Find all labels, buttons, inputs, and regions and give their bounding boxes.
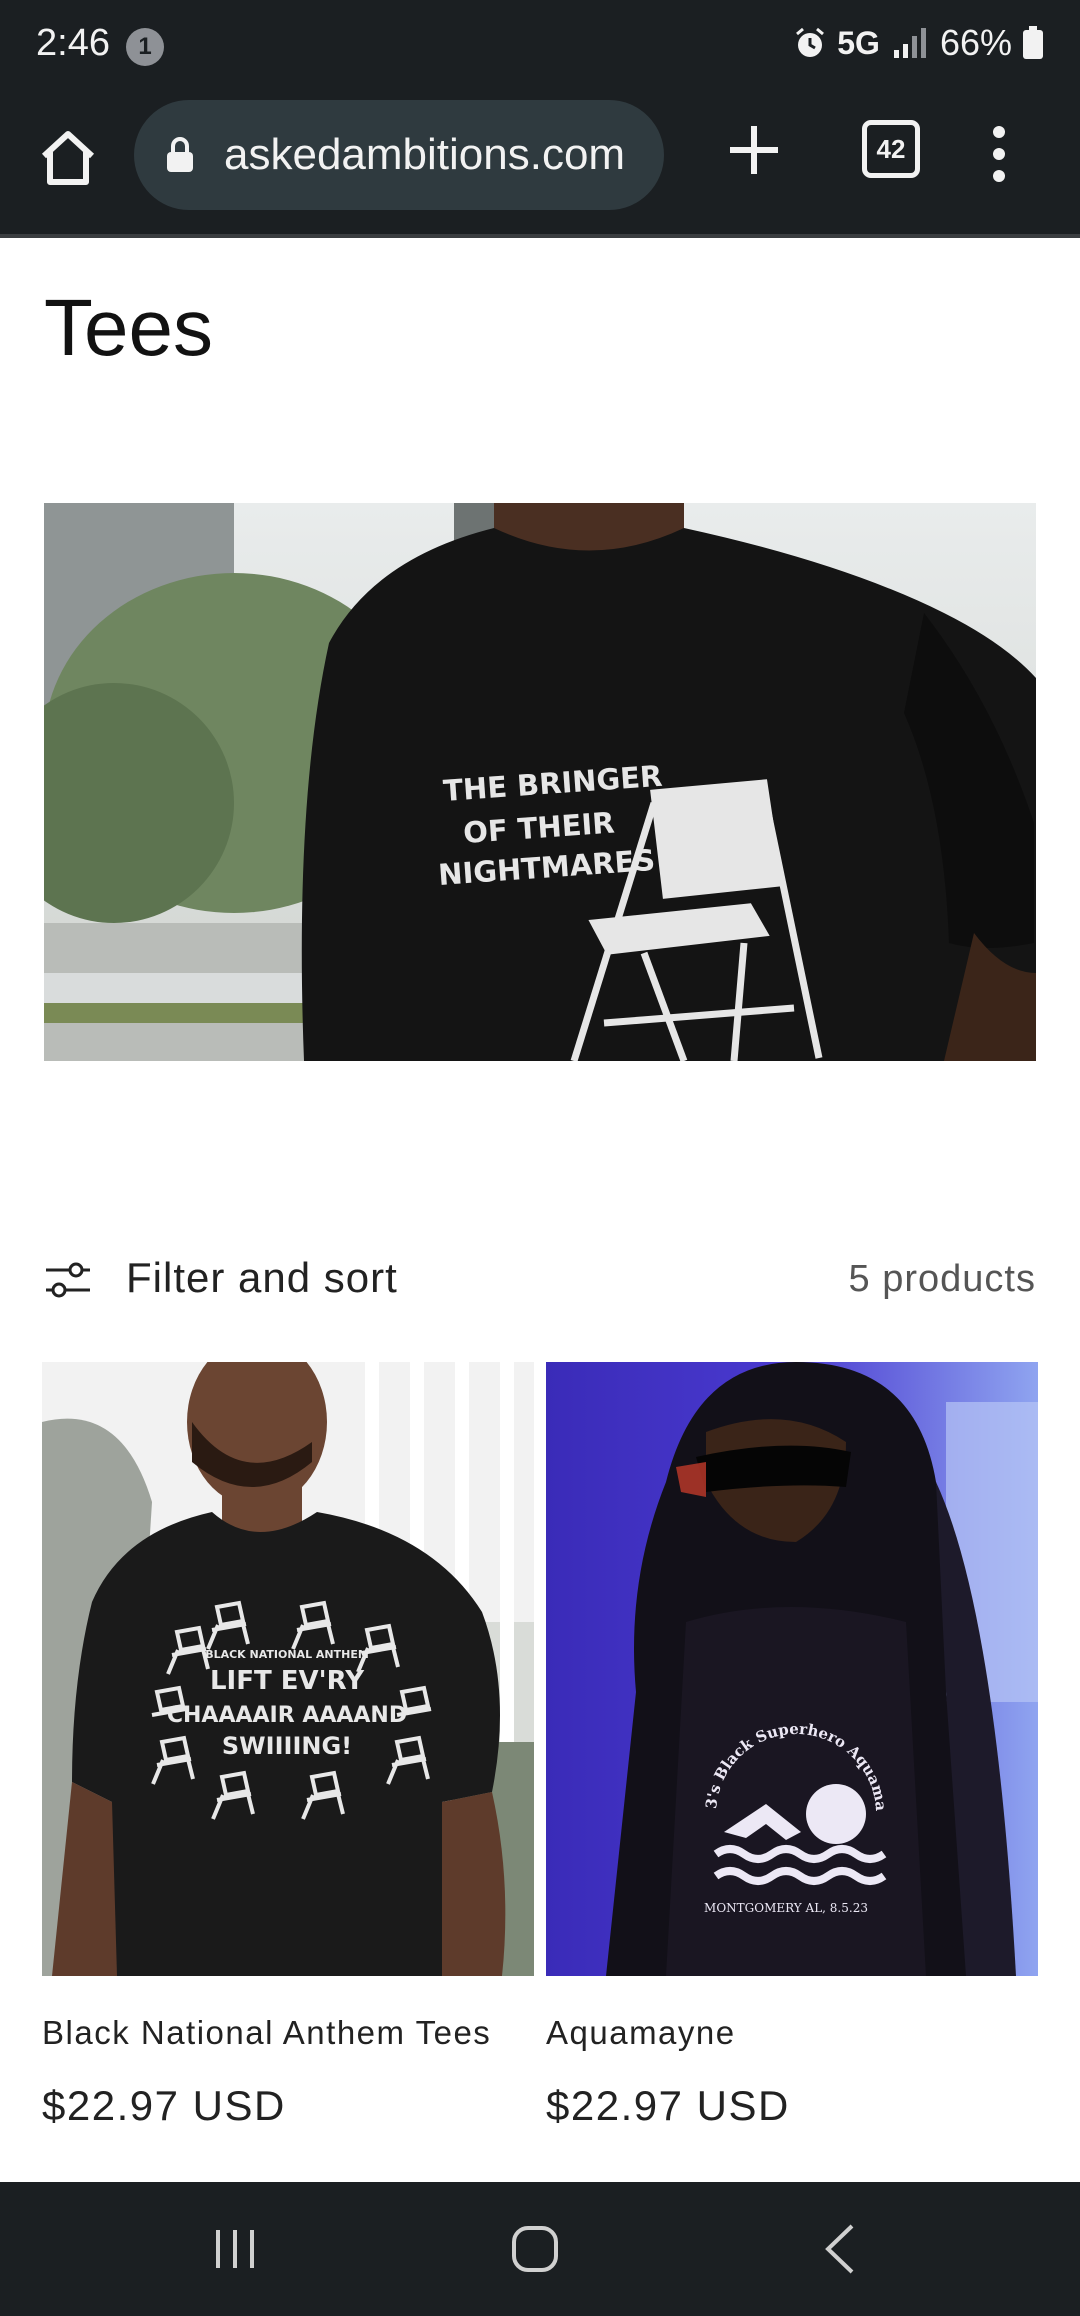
filter-sort-row: Filter and sort 5 products xyxy=(44,1250,1036,1310)
url-text: askedambitions.com xyxy=(224,130,626,179)
battery-icon xyxy=(1023,26,1043,59)
network-label: 5G xyxy=(837,24,880,61)
status-bar: 2:46 1 5G 66% xyxy=(0,0,1080,96)
status-time: 2:46 xyxy=(36,22,110,64)
anthem-shirt-line-1: LIFT EV'RY xyxy=(210,1666,365,1696)
home-icon[interactable] xyxy=(36,126,100,190)
system-navigation-bar xyxy=(0,2182,1080,2316)
new-tab-icon[interactable] xyxy=(724,120,784,180)
page-title: Tees xyxy=(44,283,213,372)
anthem-shirt-line-2: CHAAAAIR AAAAND xyxy=(167,1703,407,1728)
alarm-icon xyxy=(796,27,825,57)
nav-home-icon[interactable] xyxy=(510,2224,560,2274)
product-title[interactable]: Black National Anthem Tees xyxy=(42,2014,491,2052)
aquamayne-shirt-bottom-text: MONTGOMERY AL, 8.5.23 xyxy=(704,1901,868,1915)
product-count: 5 products xyxy=(848,1258,1036,1300)
product-price: $22.97 USD xyxy=(42,2082,286,2129)
banner-photo: THE BRINGER OF THEIR NIGHTMARES xyxy=(44,503,1036,1061)
signal-icon xyxy=(893,28,926,58)
recent-apps-icon[interactable] xyxy=(210,2226,260,2272)
product-card[interactable]: BLACK NATIONAL ANTHEM LIFT EV'RY CHAAAAI… xyxy=(42,1362,534,2129)
product-title[interactable]: Aquamayne xyxy=(546,2014,736,2052)
product-image[interactable]: BLACK NATIONAL ANTHEM LIFT EV'RY CHAAAAI… xyxy=(42,1362,534,1976)
product-image[interactable]: 2023's Black Superhero Aquamayne MONTGOM… xyxy=(546,1362,1038,1976)
product-card[interactable]: 2023's Black Superhero Aquamayne MONTGOM… xyxy=(546,1362,1038,2129)
collection-banner-image: THE BRINGER OF THEIR NIGHTMARES xyxy=(44,503,1036,1061)
battery-percent: 66% xyxy=(939,22,1012,63)
notification-badge: 1 xyxy=(126,28,164,66)
anthem-shirt-line-3: SWIIIING! xyxy=(222,1732,352,1760)
back-icon[interactable] xyxy=(820,2222,860,2276)
browser-toolbar: askedambitions.com 42 xyxy=(0,96,1080,238)
lock-icon xyxy=(167,137,193,172)
more-options-icon[interactable] xyxy=(984,124,1014,184)
product-price: $22.97 USD xyxy=(546,2082,790,2129)
address-bar[interactable]: askedambitions.com xyxy=(134,100,664,210)
product-photo-anthem: BLACK NATIONAL ANTHEM LIFT EV'RY CHAAAAI… xyxy=(42,1362,534,1976)
status-indicators: 5G 66% xyxy=(793,22,1044,64)
filter-sort-button[interactable]: Filter and sort xyxy=(126,1254,398,1302)
product-photo-aquamayne: 2023's Black Superhero Aquamayne MONTGOM… xyxy=(546,1362,1038,1976)
filter-sliders-icon[interactable] xyxy=(44,1260,92,1300)
tab-switcher-button[interactable]: 42 xyxy=(862,120,920,178)
anthem-shirt-small-text: BLACK NATIONAL ANTHEM xyxy=(205,1648,369,1661)
